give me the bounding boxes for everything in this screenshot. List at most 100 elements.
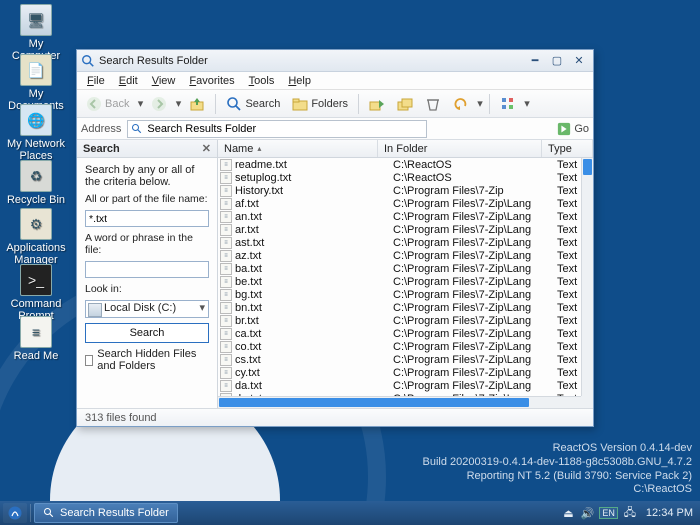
list-item[interactable]: ≡ca.txtC:\Program Files\7-Zip\LangText D…	[218, 327, 581, 340]
back-button[interactable]: Back	[81, 93, 134, 115]
menu-file[interactable]: File	[81, 74, 111, 88]
maximize-button[interactable]: ▢	[547, 53, 567, 69]
list-item[interactable]: ≡bg.txtC:\Program Files\7-Zip\LangText D…	[218, 288, 581, 301]
file-type: Text Docum	[557, 250, 581, 262]
start-button[interactable]	[3, 503, 27, 523]
filename-input[interactable]	[85, 210, 209, 227]
vscroll-thumb[interactable]	[583, 159, 592, 175]
panel-close-icon[interactable]: ✕	[202, 142, 211, 155]
delete-button[interactable]	[420, 93, 446, 115]
file-type: Text Docum	[557, 263, 581, 275]
col-name[interactable]: Name▴	[218, 140, 378, 157]
undo-dropdown-icon[interactable]: ▾	[476, 97, 484, 110]
list-item[interactable]: ≡readme.txtC:\ReactOSText Docum	[218, 158, 581, 171]
file-folder: C:\ReactOS	[393, 159, 557, 171]
desktop-icon-glyph: ≡	[20, 316, 52, 348]
file-type: Text Docum	[557, 328, 581, 340]
close-button[interactable]: ✕	[569, 53, 589, 69]
hidden-files-checkbox[interactable]: Search Hidden Files and Folders	[85, 348, 209, 372]
forward-dropdown-icon[interactable]: ▾	[174, 97, 182, 110]
language-indicator[interactable]: EN	[599, 507, 618, 519]
copy-to-button[interactable]	[392, 93, 418, 115]
file-folder: C:\Program Files\7-Zip\Lang	[393, 276, 557, 288]
desktop-icon-glyph: >_	[20, 264, 52, 296]
desktop-icon[interactable]: ⚙Applications Manager	[6, 208, 66, 266]
taskbar-task[interactable]: Search Results Folder	[34, 503, 178, 523]
file-type: Text Docum	[557, 224, 581, 236]
file-type: Text Docum	[557, 354, 581, 366]
file-type: Text Docum	[557, 276, 581, 288]
file-icon: ≡	[220, 159, 232, 171]
views-dropdown-icon[interactable]: ▾	[523, 97, 531, 110]
folders-button[interactable]: Folders	[287, 93, 353, 115]
search-submit-button[interactable]: Search	[85, 323, 209, 343]
usb-icon[interactable]: ⏏	[561, 506, 575, 520]
list-item[interactable]: ≡be.txtC:\Program Files\7-Zip\LangText D…	[218, 275, 581, 288]
file-name: br.txt	[235, 315, 393, 327]
file-name: an.txt	[235, 211, 393, 223]
lookin-select[interactable]: Local Disk (C:)▾	[85, 300, 209, 318]
list-item[interactable]: ≡an.txtC:\Program Files\7-Zip\LangText D…	[218, 210, 581, 223]
move-to-button[interactable]	[364, 93, 390, 115]
menu-help[interactable]: Help	[282, 74, 317, 88]
vertical-scrollbar[interactable]	[581, 158, 593, 396]
col-folder[interactable]: In Folder	[378, 140, 542, 157]
network-icon[interactable]: 🖧	[623, 506, 637, 520]
list-item[interactable]: ≡History.txtC:\Program Files\7-ZipText D…	[218, 184, 581, 197]
file-name: readme.txt	[235, 159, 393, 171]
desktop-icon-label: My Network Places	[6, 138, 66, 162]
list-item[interactable]: ≡ba.txtC:\Program Files\7-Zip\LangText D…	[218, 262, 581, 275]
file-name: ba.txt	[235, 263, 393, 275]
address-box[interactable]: Search Results Folder	[127, 120, 427, 138]
desktop-icon[interactable]: ♻Recycle Bin	[6, 160, 66, 206]
list-item[interactable]: ≡da.txtC:\Program Files\7-Zip\LangText D…	[218, 379, 581, 392]
file-folder: C:\Program Files\7-Zip\Lang	[393, 367, 557, 379]
status-bar: 313 files found	[77, 408, 593, 426]
file-icon: ≡	[220, 237, 232, 249]
views-button[interactable]	[495, 93, 521, 115]
go-button[interactable]: Go	[557, 122, 589, 136]
hscroll-thumb[interactable]	[219, 398, 529, 407]
horizontal-scrollbar[interactable]	[218, 396, 581, 408]
file-folder: C:\Program Files\7-Zip\Lang	[393, 302, 557, 314]
list-item[interactable]: ≡ast.txtC:\Program Files\7-Zip\LangText …	[218, 236, 581, 249]
list-item[interactable]: ≡cy.txtC:\Program Files\7-Zip\LangText D…	[218, 366, 581, 379]
back-dropdown-icon[interactable]: ▾	[136, 97, 144, 110]
undo-button[interactable]	[448, 93, 474, 115]
menu-view[interactable]: View	[146, 74, 182, 88]
file-icon: ≡	[220, 224, 232, 236]
list-item[interactable]: ≡setuplog.txtC:\ReactOSText Docum	[218, 171, 581, 184]
up-button[interactable]	[184, 93, 210, 115]
desktop-icon[interactable]: ≡Read Me	[6, 316, 66, 362]
forward-button[interactable]	[146, 93, 172, 115]
menu-favorites[interactable]: Favorites	[183, 74, 240, 88]
list-item[interactable]: ≡bn.txtC:\Program Files\7-Zip\LangText D…	[218, 301, 581, 314]
file-type: Text Docum	[557, 380, 581, 392]
file-icon: ≡	[220, 185, 232, 197]
titlebar[interactable]: Search Results Folder ━ ▢ ✕	[77, 50, 593, 72]
list-item[interactable]: ≡co.txtC:\Program Files\7-Zip\LangText D…	[218, 340, 581, 353]
search-button[interactable]: Search	[221, 93, 285, 115]
volume-icon[interactable]: 🔊	[580, 506, 594, 520]
clock[interactable]: 12:34 PM	[642, 507, 697, 519]
list-item[interactable]: ≡br.txtC:\Program Files\7-Zip\LangText D…	[218, 314, 581, 327]
back-label: Back	[105, 98, 129, 110]
desktop-icon-label: Applications Manager	[6, 242, 66, 266]
phrase-input[interactable]	[85, 261, 209, 278]
address-value: Search Results Folder	[147, 123, 256, 135]
branding-text: ReactOS Version 0.4.14-devBuild 20200319…	[423, 442, 693, 497]
menu-edit[interactable]: Edit	[113, 74, 144, 88]
list-item[interactable]: ≡ar.txtC:\Program Files\7-Zip\LangText D…	[218, 223, 581, 236]
menu-tools[interactable]: Tools	[243, 74, 281, 88]
list-item[interactable]: ≡az.txtC:\Program Files\7-Zip\LangText D…	[218, 249, 581, 262]
col-type[interactable]: Type	[542, 140, 593, 157]
list-item[interactable]: ≡af.txtC:\Program Files\7-Zip\LangText D…	[218, 197, 581, 210]
toolbar: Back ▾ ▾ Search Folders ▾ ▾	[77, 90, 593, 118]
file-type: Text Docum	[557, 289, 581, 301]
minimize-button[interactable]: ━	[525, 53, 545, 69]
list-item[interactable]: ≡cs.txtC:\Program Files\7-Zip\LangText D…	[218, 353, 581, 366]
folders-label: Folders	[311, 98, 348, 110]
desktop-icon[interactable]: >_Command Prompt	[6, 264, 66, 322]
desktop-icon[interactable]: 🌐My Network Places	[6, 104, 66, 162]
file-folder: C:\Program Files\7-Zip\Lang	[393, 315, 557, 327]
